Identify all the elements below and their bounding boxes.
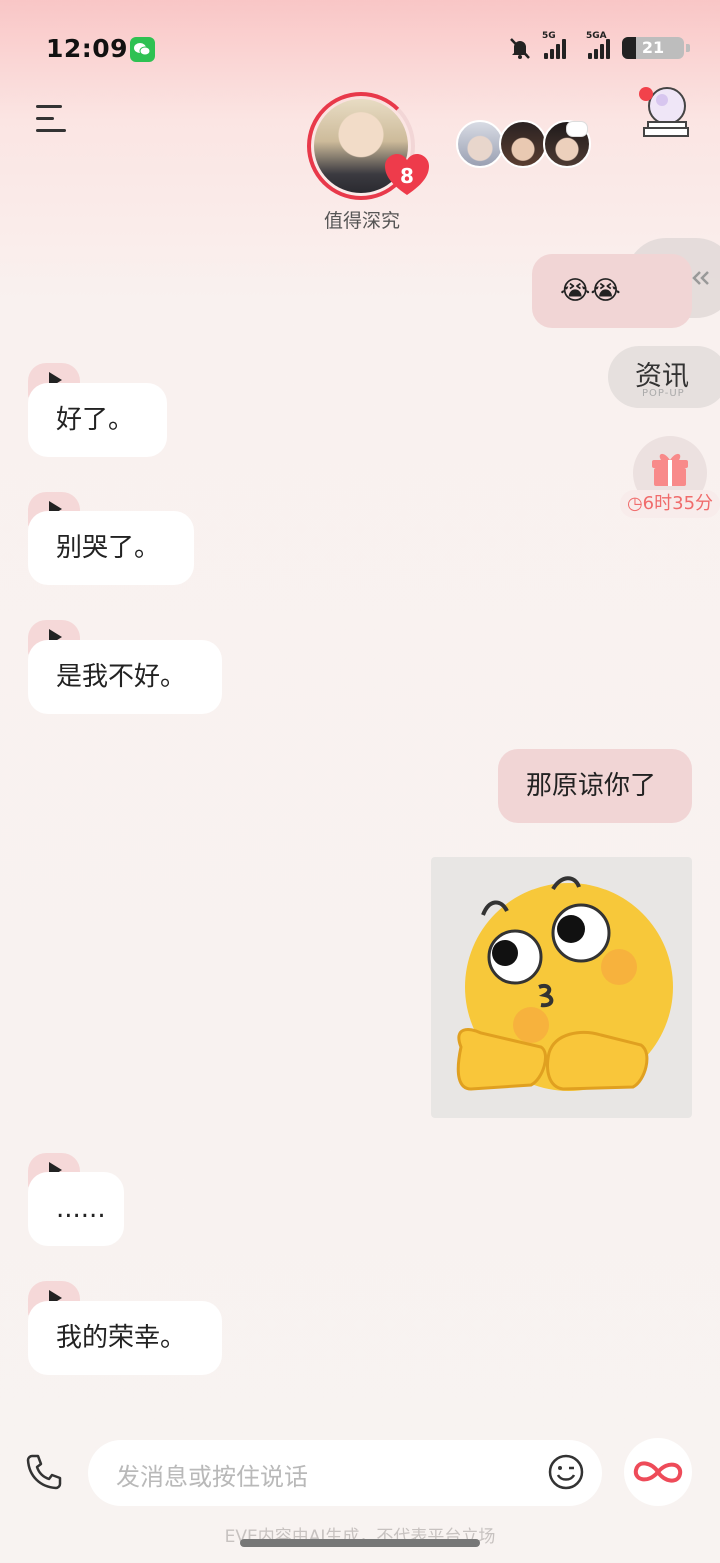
message-text: ...... — [56, 1194, 106, 1224]
news-subtitle: POP-UP — [642, 388, 685, 399]
infinity-icon — [633, 1461, 683, 1483]
message-bubble-me[interactable]: 😭😭 — [532, 254, 692, 328]
emoji-sticker[interactable] — [431, 857, 692, 1118]
message-text: 那原谅你了 — [526, 771, 657, 801]
message-bubble-me[interactable]: 那原谅你了 — [498, 749, 692, 823]
infinity-button[interactable] — [624, 1438, 692, 1506]
wechat-icon — [130, 37, 155, 62]
speech-bubble-icon — [566, 121, 588, 137]
phone-call-icon[interactable] — [24, 1452, 64, 1492]
gift-timer: ◷6时35分 — [620, 490, 720, 518]
signal-icon: 5G — [542, 31, 566, 59]
message-bubble-ai[interactable]: 我的荣幸。 — [28, 1301, 222, 1375]
battery-icon: 21 — [622, 37, 690, 59]
message-text: 😭😭 — [560, 276, 621, 306]
crystal-ball-icon[interactable] — [638, 84, 690, 140]
message-input[interactable]: 发消息或按住说话 — [88, 1440, 602, 1506]
message-text: 别哭了。 — [56, 533, 161, 563]
message-text: 好了。 — [56, 405, 135, 435]
heart-count: 8 — [400, 164, 414, 188]
avatar-friend-1[interactable] — [456, 120, 504, 168]
menu-icon[interactable] — [36, 105, 68, 133]
message-bubble-ai[interactable]: 别哭了。 — [28, 511, 194, 585]
signal-2-label: 5GA — [586, 31, 607, 41]
signal-icon-2: 5GA — [586, 31, 610, 59]
mute-bell-icon — [510, 38, 530, 59]
heart-badge: 8 — [383, 152, 431, 198]
avatar-friend-2[interactable] — [499, 120, 547, 168]
message-bubble-ai[interactable]: 好了。 — [28, 383, 167, 457]
character-name: 值得深究 — [323, 210, 400, 232]
message-bubble-ai[interactable]: ...... — [28, 1172, 124, 1246]
signal-1-label: 5G — [542, 31, 556, 41]
message-text: 是我不好。 — [56, 662, 187, 692]
input-placeholder: 发消息或按住说话 — [116, 1463, 308, 1491]
status-icons: 5G 5GA 21 — [508, 31, 690, 60]
battery-level: 21 — [641, 38, 665, 57]
news-popup-button[interactable]: 资讯 POP-UP — [608, 346, 720, 408]
gift-timer-text: 6时35分 — [642, 493, 714, 514]
emoji-icon[interactable] — [548, 1454, 584, 1490]
home-indicator[interactable] — [240, 1539, 480, 1547]
message-bubble-ai[interactable]: 是我不好。 — [28, 640, 222, 714]
message-text: 我的荣幸。 — [56, 1323, 187, 1353]
status-time: 12:09 — [46, 34, 129, 63]
clock-icon: ◷ — [626, 493, 643, 514]
